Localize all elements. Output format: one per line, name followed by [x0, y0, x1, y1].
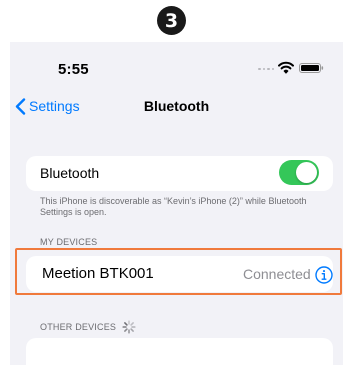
device-status: Connected — [243, 266, 311, 282]
device-name: Meetion BTK001 — [42, 265, 154, 282]
iphone-screen: 5:55 Settings Bluetooth Bluetooth This i… — [10, 42, 343, 365]
wifi-icon — [278, 61, 294, 74]
other-devices-header: OTHER DEVICES — [40, 320, 136, 334]
bluetooth-toggle[interactable] — [279, 160, 319, 185]
status-bar: 5:55 — [10, 42, 343, 82]
navigation-bar: Settings Bluetooth — [10, 94, 343, 118]
toggle-knob — [296, 162, 317, 183]
page-title: Bluetooth — [143, 98, 210, 114]
discoverable-footnote: This iPhone is discoverable as “Kevin’s … — [40, 196, 307, 217]
info-icon[interactable] — [315, 266, 333, 284]
step-number-badge: 3 — [157, 6, 186, 35]
cellular-signal-icon — [258, 66, 276, 72]
battery-icon — [299, 63, 324, 73]
other-devices-label: OTHER DEVICES — [40, 322, 117, 332]
device-row-meetion[interactable]: Meetion BTK001 Connected — [26, 256, 333, 292]
status-time: 5:55 — [58, 61, 89, 78]
bluetooth-toggle-row: Bluetooth — [26, 156, 333, 191]
other-devices-list — [26, 338, 333, 365]
my-devices-header: MY DEVICES — [40, 237, 98, 247]
loading-spinner-icon — [122, 320, 136, 334]
bluetooth-label: Bluetooth — [40, 165, 100, 181]
